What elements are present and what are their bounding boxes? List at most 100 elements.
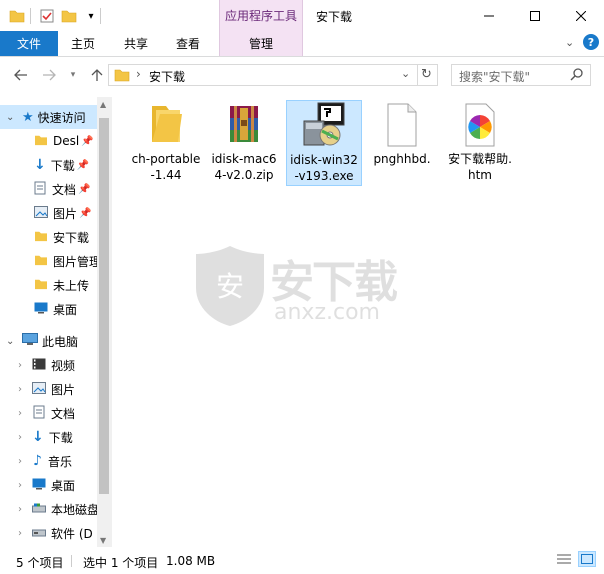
nav-label: 文档 bbox=[52, 182, 77, 197]
search-icon[interactable] bbox=[570, 67, 584, 84]
nav-label: 下载 bbox=[48, 430, 73, 445]
scroll-up-icon[interactable]: ▲ bbox=[100, 100, 106, 109]
ribbon-tabs: 文件 主页 共享 查看 管理 ⌄ ? bbox=[0, 31, 604, 57]
htm-icon bbox=[456, 100, 504, 151]
file-item-png-unknown[interactable]: pnghhbd. bbox=[364, 100, 440, 167]
tab-manage[interactable]: 管理 bbox=[219, 31, 303, 56]
nav-label: 音乐 bbox=[47, 454, 72, 469]
nav-item-pc-documents[interactable]: › 文档 bbox=[0, 401, 100, 425]
file-item-htm[interactable]: 安下载帮助.htm bbox=[442, 100, 518, 183]
installer-icon bbox=[300, 101, 348, 152]
pictures-icon bbox=[34, 205, 48, 221]
anxz-watermark-logo: 安 安下载 anxz.com bbox=[194, 244, 406, 330]
tab-file[interactable]: 文件 bbox=[0, 31, 58, 56]
nav-label: Desl bbox=[53, 134, 80, 148]
nav-quick-access[interactable]: ⌄ ★ 快速访问 bbox=[0, 105, 100, 129]
chevron-right-icon[interactable]: › bbox=[18, 408, 22, 419]
nav-item-music[interactable]: › ♪ 音乐 bbox=[0, 449, 100, 473]
file-item-zip[interactable]: idisk-mac64-v2.0.zip bbox=[206, 100, 282, 183]
document-icon bbox=[34, 181, 46, 198]
nav-item-pc-downloads[interactable]: › ↓ 下载 bbox=[0, 425, 100, 449]
folder-icon bbox=[34, 254, 48, 269]
divider bbox=[71, 555, 72, 567]
status-bar: 5 个项目 选中 1 个项目 1.08 MB bbox=[0, 547, 604, 574]
chevron-right-icon[interactable]: › bbox=[18, 432, 22, 443]
chevron-right-icon[interactable]: › bbox=[18, 480, 22, 491]
star-icon: ★ bbox=[22, 109, 34, 125]
tab-home[interactable]: 主页 bbox=[62, 31, 104, 56]
nav-item-pc-pictures[interactable]: › 图片 bbox=[0, 377, 100, 401]
nav-label: 图片管理 bbox=[53, 254, 100, 269]
tab-share[interactable]: 共享 bbox=[114, 31, 158, 56]
nav-label: 软件 (D bbox=[51, 526, 93, 541]
properties-icon[interactable] bbox=[38, 7, 56, 25]
nav-label: 快速访问 bbox=[37, 110, 86, 125]
search-input[interactable]: 搜索"安下载" bbox=[451, 64, 591, 86]
nav-label: 本地磁盘 bbox=[51, 502, 100, 517]
download-arrow-icon: ↓ bbox=[34, 157, 46, 173]
chevron-right-icon[interactable]: › bbox=[18, 456, 22, 467]
minimize-button[interactable] bbox=[466, 0, 512, 31]
chevron-right-icon[interactable]: › bbox=[18, 504, 22, 515]
nav-item-software-drive[interactable]: › 软件 (D bbox=[0, 521, 100, 545]
status-selected: 选中 1 个项目 bbox=[83, 556, 159, 570]
chevron-right-icon[interactable]: › bbox=[18, 384, 22, 395]
file-item-exe-selected[interactable]: idisk-win32-v193.exe bbox=[286, 100, 362, 186]
nav-item-not-uploaded[interactable]: 未上传 bbox=[0, 273, 100, 297]
new-folder-icon[interactable] bbox=[60, 7, 78, 25]
file-name: 安下载帮助.htm bbox=[448, 152, 512, 182]
nav-this-pc[interactable]: ⌄ 此电脑 bbox=[0, 329, 100, 353]
address-bar[interactable]: › 安下载 ⌄ ↻ bbox=[108, 64, 438, 86]
winrar-icon bbox=[220, 100, 268, 151]
quick-access-dropdown-icon[interactable]: ▾ bbox=[82, 7, 100, 25]
divider bbox=[417, 65, 418, 85]
nav-item-desktop[interactable]: 桌面 bbox=[0, 297, 100, 321]
context-tab-group-header: 应用程序工具 bbox=[219, 0, 303, 31]
svg-text:安: 安 bbox=[216, 270, 244, 303]
nav-item-picture-manager[interactable]: 图片管理 bbox=[0, 249, 100, 273]
file-item-folder[interactable]: ch-portable-1.44 bbox=[128, 100, 204, 183]
pin-icon: 📌 bbox=[78, 183, 91, 195]
close-button[interactable] bbox=[558, 0, 604, 31]
desktop-icon bbox=[34, 302, 48, 317]
nav-item-videos[interactable]: › 视频 bbox=[0, 353, 100, 377]
breadcrumb-current[interactable]: 安下载 bbox=[149, 68, 185, 85]
tab-view[interactable]: 查看 bbox=[166, 31, 210, 56]
drive-icon bbox=[32, 526, 46, 540]
nav-item-pc-desktop[interactable]: › 桌面 bbox=[0, 473, 100, 497]
help-icon[interactable]: ? bbox=[583, 34, 599, 50]
folder-icon bbox=[142, 100, 190, 151]
nav-item-pictures[interactable]: 图片 📌 bbox=[0, 201, 100, 225]
recent-locations-icon[interactable]: ▾ bbox=[64, 66, 82, 84]
chevron-right-icon[interactable]: › bbox=[18, 528, 22, 539]
nav-item-documents[interactable]: 文档 📌 bbox=[0, 177, 100, 201]
nav-label: 未上传 bbox=[53, 278, 90, 293]
nav-item-local-disk[interactable]: › 本地磁盘 bbox=[0, 497, 100, 521]
video-icon bbox=[32, 358, 46, 373]
back-button[interactable] bbox=[12, 66, 30, 84]
refresh-icon[interactable]: ↻ bbox=[421, 67, 432, 82]
title-bar: ▾ 应用程序工具 安下载 bbox=[0, 0, 604, 31]
breadcrumb-separator-icon[interactable]: › bbox=[136, 67, 141, 81]
divider bbox=[30, 8, 31, 24]
nav-item-downloads[interactable]: ↓ 下载 📌 bbox=[0, 153, 100, 177]
chevron-down-icon[interactable]: ⌄ bbox=[6, 336, 16, 347]
details-view-icon[interactable] bbox=[556, 552, 572, 569]
nav-scrollbar-thumb[interactable] bbox=[99, 118, 109, 494]
nav-item-anxz[interactable]: 安下载 bbox=[0, 225, 100, 249]
ribbon-expand-icon[interactable]: ⌄ bbox=[565, 36, 574, 49]
maximize-button[interactable] bbox=[512, 0, 558, 31]
chevron-down-icon[interactable]: ⌄ bbox=[6, 112, 16, 123]
divider bbox=[100, 8, 101, 24]
nav-item-desktop-pinned[interactable]: Desl 📌 bbox=[0, 129, 100, 153]
folder-icon bbox=[34, 278, 48, 293]
scroll-down-icon[interactable]: ▼ bbox=[100, 536, 106, 545]
chevron-right-icon[interactable]: › bbox=[18, 360, 22, 371]
address-dropdown-icon[interactable]: ⌄ bbox=[401, 67, 410, 80]
large-icons-view-icon[interactable] bbox=[578, 551, 596, 567]
computer-icon bbox=[22, 333, 38, 349]
file-name: ch-portable-1.44 bbox=[131, 152, 201, 182]
pin-icon: 📌 bbox=[79, 207, 92, 219]
forward-button[interactable] bbox=[40, 66, 58, 84]
up-button[interactable] bbox=[88, 66, 106, 84]
